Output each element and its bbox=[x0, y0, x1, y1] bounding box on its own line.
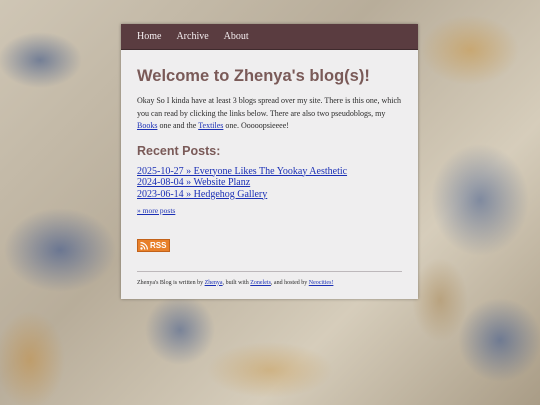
rss-icon bbox=[140, 241, 148, 250]
footer: Zhenya's Blog is written by Zhenya, buil… bbox=[137, 279, 402, 287]
footer-divider bbox=[137, 270, 402, 272]
page-title: Welcome to Zhenya's blog(s)! bbox=[137, 67, 370, 85]
textiles-link[interactable]: Textiles bbox=[198, 121, 223, 130]
list-item: 2025-10-27 » Everyone Likes The Yookay A… bbox=[137, 166, 402, 178]
list-item: 2024-08-04 » Website Planz bbox=[137, 177, 402, 189]
post-link[interactable]: 2025-10-27 » Everyone Likes The Yookay A… bbox=[137, 166, 347, 177]
rss-wrapper: RSS bbox=[137, 218, 402, 255]
intro-text-1: Okay So I kinda have at least 3 blogs sp… bbox=[137, 96, 402, 118]
footer-text-2: , built with bbox=[222, 279, 251, 286]
recent-posts-heading: Recent Posts: bbox=[137, 143, 221, 158]
footer-text-1: Zhenya's Blog is written by bbox=[137, 279, 205, 286]
main-content: Welcome to Zhenya's blog(s)! Okay So I k… bbox=[121, 66, 418, 287]
neocities-link[interactable]: Neocities! bbox=[309, 280, 334, 286]
rss-label: RSS bbox=[150, 241, 167, 250]
list-item: 2023-06-14 » Hedgehog Gallery bbox=[137, 189, 402, 201]
intro-text-2: one and the bbox=[157, 121, 199, 130]
nav-about-link[interactable]: About bbox=[224, 31, 249, 42]
recent-posts-list: 2025-10-27 » Everyone Likes The Yookay A… bbox=[137, 166, 402, 201]
nav-home-link[interactable]: Home bbox=[137, 31, 161, 42]
top-nav: Home Archive About bbox=[121, 24, 418, 50]
more-posts-link[interactable]: » more posts bbox=[137, 206, 175, 215]
footer-text-3: , and hosted by bbox=[270, 279, 309, 286]
post-link[interactable]: 2023-06-14 » Hedgehog Gallery bbox=[137, 189, 267, 200]
intro-text-3: one. Ooooopsieeee! bbox=[223, 121, 289, 130]
author-link[interactable]: Zhenya bbox=[205, 280, 223, 286]
rss-button[interactable]: RSS bbox=[137, 239, 171, 252]
zonelets-link[interactable]: Zonelets bbox=[250, 280, 271, 286]
post-link[interactable]: 2024-08-04 » Website Planz bbox=[137, 177, 250, 188]
books-link[interactable]: Books bbox=[137, 121, 157, 130]
intro-paragraph: Okay So I kinda have at least 3 blogs sp… bbox=[137, 95, 402, 133]
nav-archive-link[interactable]: Archive bbox=[176, 31, 208, 42]
blog-container: Home Archive About Welcome to Zhenya's b… bbox=[121, 24, 418, 299]
